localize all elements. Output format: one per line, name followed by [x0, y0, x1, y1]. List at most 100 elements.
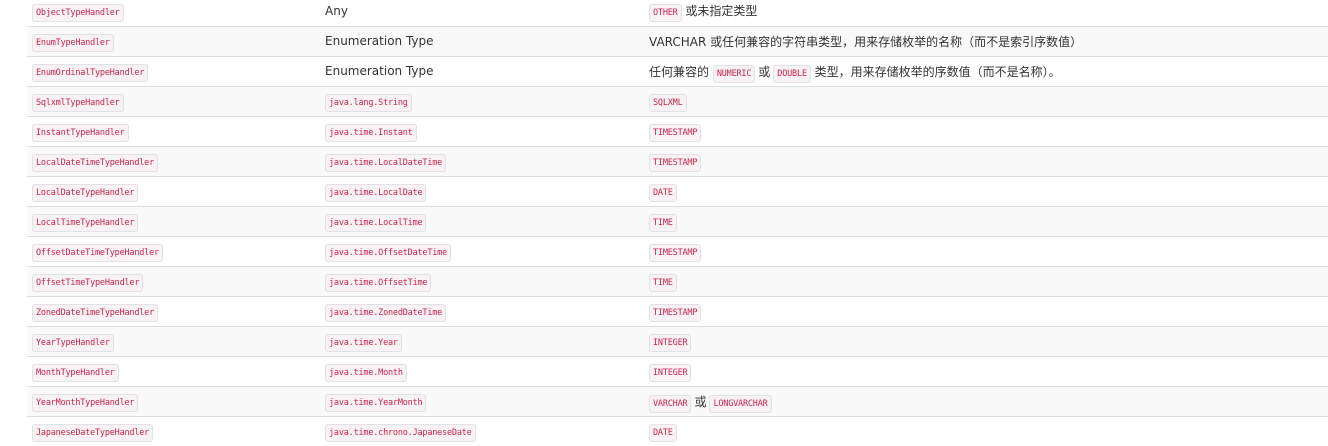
java-type-cell: java.time.Year — [320, 326, 644, 356]
java-type-cell: java.time.LocalTime — [320, 206, 644, 236]
handler-cell: LocalDateTypeHandler — [27, 176, 320, 206]
java-type-cell: java.time.ZonedDateTime — [320, 296, 644, 326]
jdbc-type-cell: 任何兼容的 NUMERIC 或 DOUBLE 类型，用来存储枚举的序数值（而不是名称… — [644, 56, 1328, 86]
table-row: MonthTypeHandler java.time.Month INTEGER — [27, 356, 1328, 386]
handler-name: OffsetDateTimeTypeHandler — [32, 244, 163, 262]
table-row: ObjectTypeHandler Any OTHER 或未指定类型 — [27, 0, 1328, 26]
table-row: EnumOrdinalTypeHandler Enumeration Type … — [27, 56, 1328, 86]
java-type-cell: java.time.Instant — [320, 116, 644, 146]
handler-cell: EnumOrdinalTypeHandler — [27, 56, 320, 86]
jdbc-type-cell: DATE — [644, 176, 1328, 206]
table-row: ZonedDateTimeTypeHandler java.time.Zoned… — [27, 296, 1328, 326]
jdbc-type: DOUBLE — [773, 64, 811, 83]
handler-cell: OffsetDateTimeTypeHandler — [27, 236, 320, 266]
jdbc-type: TIME — [649, 274, 677, 292]
handler-cell: JapaneseDateTypeHandler — [27, 416, 320, 446]
jdbc-type: TIMESTAMP — [649, 304, 702, 322]
handler-cell: YearMonthTypeHandler — [27, 386, 320, 416]
java-type: java.time.ZonedDateTime — [325, 304, 447, 322]
java-type-cell: java.time.OffsetDateTime — [320, 236, 644, 266]
table-row: OffsetTimeTypeHandler java.time.OffsetTi… — [27, 266, 1328, 296]
jdbc-type: INTEGER — [649, 334, 692, 352]
handler-cell: SqlxmlTypeHandler — [27, 86, 320, 116]
jdbc-type: TIMESTAMP — [649, 244, 702, 262]
handler-name: LocalDateTimeTypeHandler — [32, 154, 159, 172]
table-row: EnumTypeHandler Enumeration Type VARCHAR… — [27, 26, 1328, 56]
handler-cell: YearTypeHandler — [27, 326, 320, 356]
handler-name: OffsetTimeTypeHandler — [32, 274, 144, 292]
jdbc-type: NUMERIC — [712, 64, 756, 83]
handler-name: JapaneseDateTypeHandler — [32, 424, 154, 443]
java-type: java.time.OffsetTime — [325, 274, 432, 292]
java-type: Any — [325, 3, 348, 18]
jdbc-type-note: VARCHAR 或任何兼容的字符串类型，用来存储枚举的名称（而不是索引序数值） — [649, 34, 1083, 49]
jdbc-type-or: 或 — [694, 394, 707, 409]
jdbc-type: TIMESTAMP — [649, 154, 702, 172]
jdbc-type-cell: TIMESTAMP — [644, 116, 1328, 146]
jdbc-type-note: 或未指定类型 — [685, 4, 758, 19]
jdbc-type-cell: OTHER 或未指定类型 — [644, 0, 1328, 26]
handler-cell: ObjectTypeHandler — [27, 0, 320, 26]
java-type: java.time.Year — [325, 334, 402, 352]
jdbc-type: LONGVARCHAR — [709, 394, 772, 413]
jdbc-type: DATE — [649, 424, 677, 443]
type-handler-table: ObjectTypeHandler Any OTHER 或未指定类型 EnumT… — [27, 0, 1328, 446]
java-type-cell: Enumeration Type — [320, 56, 644, 86]
java-type: java.time.LocalTime — [325, 214, 427, 232]
java-type: java.time.Instant — [325, 124, 417, 142]
handler-name: SqlxmlTypeHandler — [32, 94, 124, 112]
handler-name: LocalTimeTypeHandler — [32, 214, 139, 232]
java-type-cell: java.time.LocalDate — [320, 176, 644, 206]
table-row: YearMonthTypeHandler java.time.YearMonth… — [27, 386, 1328, 416]
java-type: java.time.OffsetDateTime — [325, 244, 452, 262]
java-type: java.time.LocalDateTime — [325, 154, 447, 172]
handler-name: InstantTypeHandler — [32, 124, 129, 142]
jdbc-type-cell: DATE — [644, 416, 1328, 446]
table-row: LocalDateTypeHandler java.time.LocalDate… — [27, 176, 1328, 206]
java-type-cell: java.time.chrono.JapaneseDate — [320, 416, 644, 446]
java-type: java.lang.String — [325, 94, 412, 112]
handler-cell: OffsetTimeTypeHandler — [27, 266, 320, 296]
jdbc-type-cell: INTEGER — [644, 356, 1328, 386]
java-type-cell: java.time.Month — [320, 356, 644, 386]
jdbc-type-or: 或 — [758, 64, 771, 79]
handler-name: LocalDateTypeHandler — [32, 184, 139, 202]
handler-name: EnumTypeHandler — [32, 34, 114, 52]
jdbc-type-cell: TIME — [644, 206, 1328, 236]
jdbc-type-cell: VARCHAR 或 LONGVARCHAR — [644, 386, 1328, 416]
table-row: OffsetDateTimeTypeHandler java.time.Offs… — [27, 236, 1328, 266]
jdbc-type: TIME — [649, 214, 677, 232]
jdbc-type: SQLXML — [649, 94, 687, 112]
jdbc-type-cell: SQLXML — [644, 86, 1328, 116]
table-row: SqlxmlTypeHandler java.lang.String SQLXM… — [27, 86, 1328, 116]
handler-cell: LocalTimeTypeHandler — [27, 206, 320, 236]
jdbc-type: INTEGER — [649, 364, 692, 382]
jdbc-type: DATE — [649, 184, 677, 202]
table-row: JapaneseDateTypeHandler java.time.chrono… — [27, 416, 1328, 446]
java-type: Enumeration Type — [325, 64, 434, 78]
jdbc-type: OTHER — [649, 4, 682, 23]
table-row: InstantTypeHandler java.time.Instant TIM… — [27, 116, 1328, 146]
handler-name: YearTypeHandler — [32, 334, 114, 352]
java-type: java.time.chrono.JapaneseDate — [325, 424, 476, 443]
handler-cell: InstantTypeHandler — [27, 116, 320, 146]
java-type-cell: java.time.YearMonth — [320, 386, 644, 416]
java-type-cell: java.lang.String — [320, 86, 644, 116]
handler-name: YearMonthTypeHandler — [32, 394, 139, 412]
table-row: LocalDateTimeTypeHandler java.time.Local… — [27, 146, 1328, 176]
jdbc-type-cell: TIMESTAMP — [644, 236, 1328, 266]
jdbc-type-prefix: 任何兼容的 — [649, 64, 710, 79]
jdbc-type: VARCHAR — [649, 394, 692, 413]
jdbc-type-cell: TIME — [644, 266, 1328, 296]
java-type: java.time.YearMonth — [325, 394, 427, 412]
jdbc-type-cell: INTEGER — [644, 326, 1328, 356]
java-type-cell: Any — [320, 0, 644, 26]
java-type-cell: Enumeration Type — [320, 26, 644, 56]
java-type: Enumeration Type — [325, 34, 434, 48]
jdbc-type-cell: TIMESTAMP — [644, 146, 1328, 176]
table-row: YearTypeHandler java.time.Year INTEGER — [27, 326, 1328, 356]
java-type-cell: java.time.OffsetTime — [320, 266, 644, 296]
handler-name: EnumOrdinalTypeHandler — [32, 64, 149, 82]
table-row: LocalTimeTypeHandler java.time.LocalTime… — [27, 206, 1328, 236]
java-type-cell: java.time.LocalDateTime — [320, 146, 644, 176]
